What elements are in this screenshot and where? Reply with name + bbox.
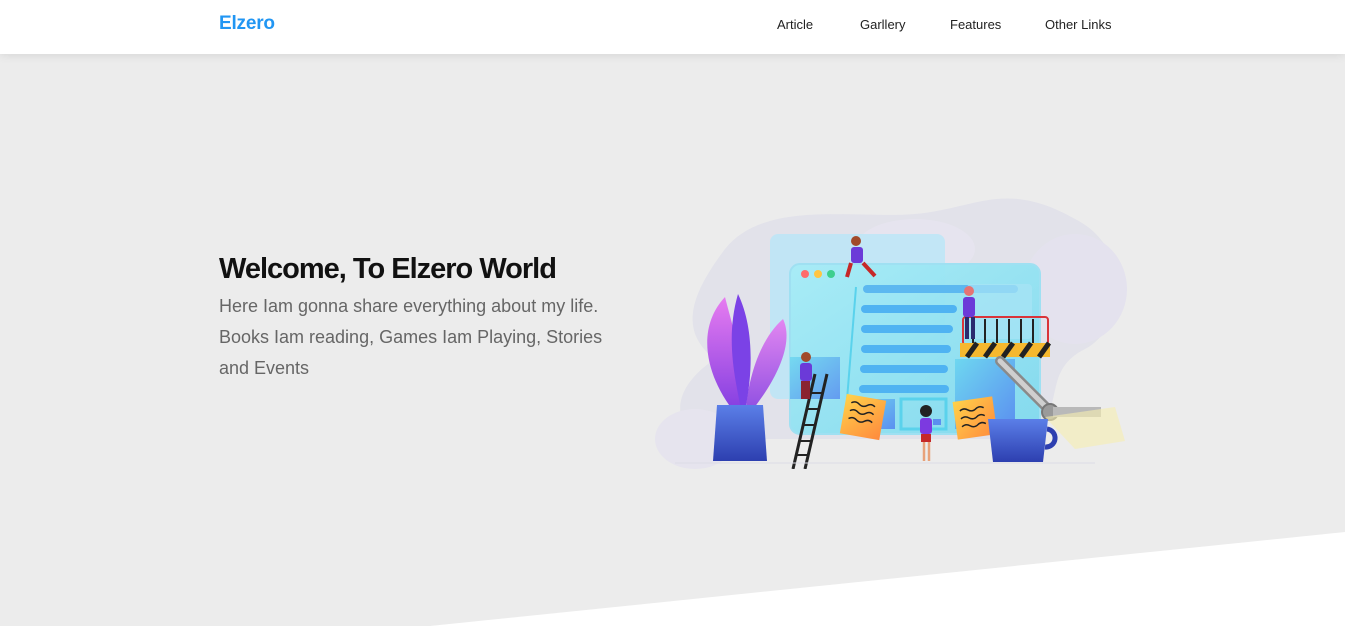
nav-link-features[interactable]: Features <box>950 17 1001 32</box>
hero-text: Welcome, To Elzero World Here Iam gonna … <box>219 251 639 384</box>
nav-link-other-links[interactable]: Other Links <box>1045 17 1111 32</box>
hero-illustration <box>655 198 1127 469</box>
hero-intro: Here Iam gonna share everything about my… <box>219 296 603 378</box>
landing-section: Welcome, To Elzero World Here Iam gonna … <box>0 54 1345 626</box>
nav-link-gallery[interactable]: Garllery <box>860 17 906 32</box>
header: Elzero Article Garllery Features Other L… <box>0 0 1345 54</box>
main-nav: Article Garllery Features Other Links <box>0 17 1345 37</box>
nav-link-article[interactable]: Article <box>777 17 813 32</box>
hero-title: Welcome, To Elzero World <box>219 253 557 285</box>
